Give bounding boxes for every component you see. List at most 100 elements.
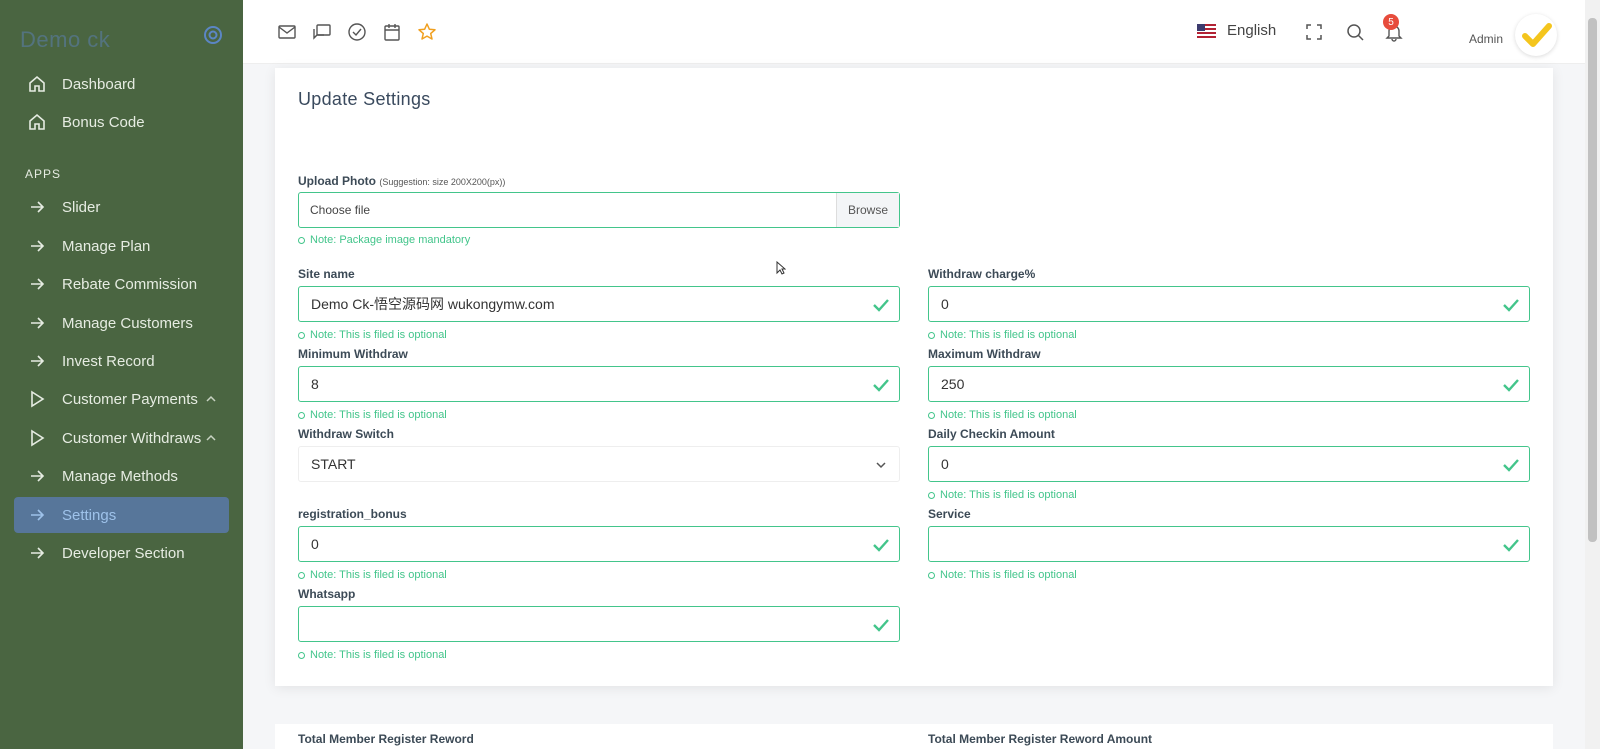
- sidebar-item-label: Settings: [62, 506, 117, 524]
- sidebar-item-label: Invest Record: [62, 352, 155, 370]
- withdraw-charge-note: Note: This is filed is optional: [928, 329, 1077, 341]
- scrollbar-thumb[interactable]: [1588, 18, 1597, 542]
- mail-icon[interactable]: [277, 22, 297, 42]
- max-withdraw-note: Note: This is filed is optional: [928, 409, 1077, 421]
- star-icon[interactable]: [417, 22, 437, 42]
- withdraw-switch-label: Withdraw Switch: [298, 427, 394, 441]
- check-icon: [1503, 539, 1519, 552]
- home-icon: [26, 73, 48, 95]
- daily-checkin-input[interactable]: 0: [928, 446, 1530, 482]
- sidebar-item-dashboard[interactable]: Dashboard: [14, 66, 229, 102]
- whatsapp-label: Whatsapp: [298, 587, 356, 601]
- sidebar-item-label: Developer Section: [62, 544, 185, 562]
- sidebar-item-settings[interactable]: Settings: [14, 497, 229, 533]
- arrow-right-icon: [26, 235, 48, 257]
- sidebar-item-label: Rebate Commission: [62, 275, 198, 293]
- daily-checkin-label: Daily Checkin Amount: [928, 427, 1055, 441]
- sidebar-item-label: Slider: [62, 198, 101, 216]
- total-member-register-reword-label: Total Member Register Reword: [298, 732, 474, 746]
- max-withdraw-input[interactable]: 250: [928, 366, 1530, 402]
- withdraw-charge-label: Withdraw charge%: [928, 267, 1036, 281]
- check-circle-icon[interactable]: [347, 22, 367, 42]
- sidebar-item-label: Customer Payments: [62, 390, 198, 408]
- arrow-right-icon: [26, 312, 48, 334]
- min-withdraw-value: 8: [311, 376, 319, 392]
- user-role: Admin: [1469, 32, 1504, 46]
- site-name-note: Note: This is filed is optional: [298, 329, 447, 341]
- chat-icon[interactable]: [312, 22, 332, 42]
- service-label: Service: [928, 507, 971, 521]
- check-icon: [1503, 379, 1519, 392]
- arrow-right-icon: [26, 350, 48, 372]
- sidebar-item-label: Customer Withdraws: [62, 429, 202, 447]
- withdraw-switch-value: START: [311, 456, 356, 472]
- daily-checkin-note: Note: This is filed is optional: [928, 489, 1077, 501]
- withdraw-switch-select[interactable]: START: [298, 446, 900, 482]
- upload-photo-label: Upload Photo (Suggestion: size 200X200(p…: [298, 174, 506, 188]
- file-placeholder: Choose file: [310, 203, 371, 217]
- target-icon[interactable]: [203, 25, 223, 45]
- min-withdraw-note: Note: This is filed is optional: [298, 409, 447, 421]
- search-icon[interactable]: [1345, 22, 1365, 42]
- avatar[interactable]: [1515, 14, 1557, 56]
- page-scrollbar[interactable]: [1585, 0, 1600, 749]
- calendar-icon[interactable]: [382, 22, 402, 42]
- top-bar: English 5 Admin: [243, 0, 1585, 64]
- check-icon: [873, 379, 889, 392]
- sidebar-item-customer-withdraws[interactable]: Customer Withdraws: [14, 420, 229, 456]
- site-name-value: Demo Ck-悟空源码网 wukongymw.com: [311, 296, 555, 312]
- sidebar-section-label: APPS: [25, 167, 62, 181]
- chevron-up-icon: [206, 434, 216, 441]
- checkmark-icon: [1522, 23, 1552, 47]
- play-icon: [26, 388, 48, 410]
- max-withdraw-label: Maximum Withdraw: [928, 347, 1041, 361]
- settings-card: Update Settings Upload Photo (Suggestion…: [275, 68, 1553, 686]
- registration-bonus-label: registration_bonus: [298, 507, 407, 521]
- page-title: Update Settings: [298, 89, 431, 109]
- sidebar-item-label: Manage Methods: [62, 467, 178, 485]
- brand-logo[interactable]: Demo ck: [20, 27, 110, 53]
- notification-badge: 5: [1383, 14, 1399, 30]
- sidebar-item-invest-record[interactable]: Invest Record: [14, 343, 229, 379]
- sidebar-item-rebate-commission[interactable]: Rebate Commission: [14, 266, 229, 302]
- browse-button[interactable]: Browse: [836, 193, 899, 227]
- upload-note: Note: Package image mandatory: [298, 234, 470, 246]
- upload-photo-input[interactable]: Choose file Browse: [298, 192, 900, 228]
- min-withdraw-label: Minimum Withdraw: [298, 347, 408, 361]
- mouse-cursor-icon: [776, 261, 786, 275]
- check-icon: [1503, 459, 1519, 472]
- home-icon: [26, 111, 48, 133]
- service-note: Note: This is filed is optional: [928, 569, 1077, 581]
- chevron-down-icon: [876, 462, 886, 469]
- registration-bonus-value: 0: [311, 536, 319, 552]
- registration-bonus-note: Note: This is filed is optional: [298, 569, 447, 581]
- language-label: English: [1227, 22, 1277, 39]
- arrow-right-icon: [26, 273, 48, 295]
- sidebar-item-slider[interactable]: Slider: [14, 189, 229, 225]
- check-icon: [873, 299, 889, 312]
- sidebar-item-bonus-code[interactable]: Bonus Code: [14, 104, 229, 140]
- arrow-right-icon: [26, 196, 48, 218]
- whatsapp-input[interactable]: [298, 606, 900, 642]
- sidebar-item-label: Bonus Code: [62, 113, 145, 131]
- service-input[interactable]: [928, 526, 1530, 562]
- sidebar-item-customer-payments[interactable]: Customer Payments: [14, 381, 229, 417]
- sidebar-item-manage-plan[interactable]: Manage Plan: [14, 228, 229, 264]
- check-icon: [873, 539, 889, 552]
- total-member-register-reword-amount-label: Total Member Register Reword Amount: [928, 732, 1153, 746]
- sidebar-item-manage-customers[interactable]: Manage Customers: [14, 305, 229, 341]
- sidebar-item-developer-section[interactable]: Developer Section: [14, 535, 229, 571]
- site-name-input[interactable]: Demo Ck-悟空源码网 wukongymw.com: [298, 286, 900, 322]
- sidebar-item-manage-methods[interactable]: Manage Methods: [14, 458, 229, 494]
- arrow-right-icon: [26, 504, 48, 526]
- language-selector[interactable]: English: [1197, 22, 1276, 39]
- sidebar-item-label: Dashboard: [62, 75, 136, 93]
- site-name-label: Site name: [298, 267, 355, 281]
- withdraw-charge-input[interactable]: 0: [928, 286, 1530, 322]
- check-icon: [1503, 299, 1519, 312]
- sidebar-item-label: Manage Customers: [62, 314, 193, 332]
- min-withdraw-input[interactable]: 8: [298, 366, 900, 402]
- max-withdraw-value: 250: [941, 376, 965, 392]
- registration-bonus-input[interactable]: 0: [298, 526, 900, 562]
- fullscreen-icon[interactable]: [1304, 22, 1324, 42]
